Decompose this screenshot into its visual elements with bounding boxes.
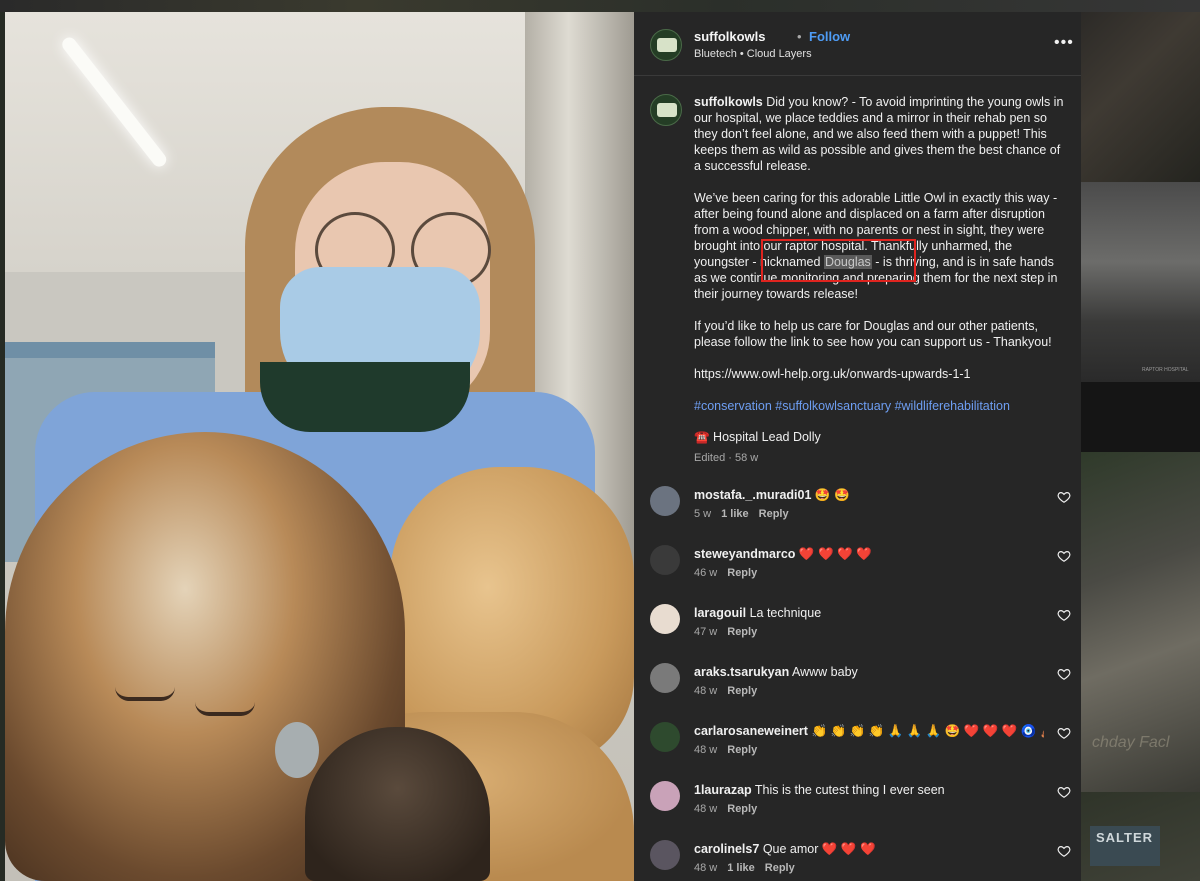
comment-time: 47 w bbox=[694, 626, 718, 638]
like-heart-icon[interactable] bbox=[1057, 608, 1071, 622]
photo-owl-eye bbox=[115, 687, 175, 701]
caption-hashtags[interactable]: #conservation #suffolkowlsanctuary #wild… bbox=[694, 399, 1010, 413]
follow-button[interactable]: Follow bbox=[809, 29, 850, 44]
thumbnail-caption: SALTER bbox=[1090, 826, 1160, 866]
comment-meta: 47 w Reply bbox=[694, 626, 767, 638]
caption-signoff: ☎️ Hospital Lead Dolly bbox=[694, 430, 821, 444]
comment-text: steweyandmarco ❤️ ❤️ ❤️ ❤️ bbox=[694, 547, 1044, 562]
comment-row: carolinels7 Que amor ❤️ ❤️ ❤️ 48 w 1 like R… bbox=[634, 840, 1081, 881]
comment-time: 48 w bbox=[694, 685, 718, 697]
grid-thumbnail[interactable] bbox=[1081, 12, 1200, 182]
photo-collar bbox=[260, 362, 470, 432]
account-username[interactable]: suffolkowls bbox=[694, 29, 766, 44]
post-media-image[interactable] bbox=[5, 12, 634, 881]
comment-meta: 48 w Reply bbox=[694, 685, 767, 697]
edited-timestamp: Edited · 58 w bbox=[694, 452, 759, 464]
comment-body: 👏 👏 👏 👏 🙏 🙏 🙏 🤩 ❤️ ❤️ ❤️ 🧿 🧸 bbox=[811, 724, 1044, 738]
like-heart-icon[interactable] bbox=[1057, 844, 1071, 858]
post-header: suffolkowls • Follow Bluetech • Cloud La… bbox=[634, 12, 1081, 76]
commenter-avatar[interactable] bbox=[650, 840, 680, 870]
comment-likes[interactable]: 1 like bbox=[727, 862, 755, 874]
comment-text: 1laurazap This is the cutest thing I eve… bbox=[694, 783, 1044, 797]
post-details-panel: suffolkowls • Follow Bluetech • Cloud La… bbox=[634, 12, 1081, 881]
commenter-username[interactable]: steweyandmarco bbox=[694, 547, 795, 561]
commenter-avatar[interactable] bbox=[650, 781, 680, 811]
comment-text: carolinels7 Que amor ❤️ ❤️ ❤️ bbox=[694, 842, 1044, 857]
reply-button[interactable]: Reply bbox=[727, 685, 757, 697]
reply-button[interactable]: Reply bbox=[759, 508, 789, 520]
comment-meta: 48 w Reply bbox=[694, 803, 767, 815]
caption-username[interactable]: suffolkowls bbox=[694, 95, 763, 109]
commenter-username[interactable]: laragouil bbox=[694, 606, 746, 620]
comment-body: Que amor ❤️ ❤️ ❤️ bbox=[762, 842, 876, 856]
comment-body: 🤩 🤩 bbox=[814, 488, 850, 502]
like-heart-icon[interactable] bbox=[1057, 549, 1071, 563]
like-heart-icon[interactable] bbox=[1057, 490, 1071, 504]
comment-body: ❤️ ❤️ ❤️ ❤️ bbox=[798, 547, 872, 561]
caption-paragraph: If you’d like to help us care for Dougla… bbox=[694, 319, 1052, 349]
comment-time: 5 w bbox=[694, 508, 712, 520]
comment-meta: 46 w Reply bbox=[694, 567, 767, 579]
reply-button[interactable]: Reply bbox=[727, 744, 757, 756]
comment-row: mostafa._.muradi01 🤩 🤩 5 w 1 like Reply bbox=[634, 486, 1081, 545]
commenter-username[interactable]: carlarosaneweinert bbox=[694, 724, 808, 738]
comment-time: 48 w bbox=[694, 803, 718, 815]
reply-button[interactable]: Reply bbox=[765, 862, 795, 874]
thumbnail-caption: chday Facl bbox=[1092, 734, 1170, 751]
comment-time: 48 w bbox=[694, 744, 718, 756]
commenter-username[interactable]: araks.tsarukyan bbox=[694, 665, 789, 679]
account-avatar[interactable] bbox=[650, 29, 682, 61]
comment-time: 48 w bbox=[694, 862, 718, 874]
commenter-avatar[interactable] bbox=[650, 545, 680, 575]
grid-thumbnail-top[interactable] bbox=[0, 0, 1200, 12]
comment-row: laragouil La technique 47 w Reply bbox=[634, 604, 1081, 663]
photo-owl-beak bbox=[275, 722, 319, 778]
commenter-avatar[interactable] bbox=[650, 663, 680, 693]
like-heart-icon[interactable] bbox=[1057, 667, 1071, 681]
comment-text: araks.tsarukyan Awww baby bbox=[694, 665, 1044, 679]
post-caption: suffolkowls Did you know? - To avoid imp… bbox=[694, 94, 1064, 430]
reply-button[interactable]: Reply bbox=[727, 626, 757, 638]
comment-text: mostafa._.muradi01 🤩 🤩 bbox=[694, 488, 1044, 503]
comment-row: 1laurazap This is the cutest thing I eve… bbox=[634, 781, 1081, 840]
commenter-username[interactable]: mostafa._.muradi01 bbox=[694, 488, 811, 502]
highlighted-text: Douglas bbox=[823, 255, 872, 269]
photo-owl-eye bbox=[195, 702, 255, 716]
separator-dot: • bbox=[797, 29, 802, 44]
comment-body: La technique bbox=[749, 606, 822, 620]
comment-meta: 48 w 1 like Reply bbox=[694, 862, 805, 874]
comment-row: carlarosaneweinert 👏 👏 👏 👏 🙏 🙏 🙏 🤩 ❤️ ❤️… bbox=[634, 722, 1081, 781]
comment-row: steweyandmarco ❤️ ❤️ ❤️ ❤️ 46 w Reply bbox=[634, 545, 1081, 604]
more-options-icon[interactable]: ••• bbox=[1054, 34, 1074, 52]
comment-row: araks.tsarukyan Awww baby 48 w Reply bbox=[634, 663, 1081, 722]
reply-button[interactable]: Reply bbox=[727, 567, 757, 579]
commenter-username[interactable]: 1laurazap bbox=[694, 783, 752, 797]
audio-track-link[interactable]: Bluetech • Cloud Layers bbox=[694, 48, 812, 60]
comment-body: This is the cutest thing I ever seen bbox=[754, 783, 945, 797]
commenter-avatar[interactable] bbox=[650, 486, 680, 516]
caption-avatar[interactable] bbox=[650, 94, 682, 126]
comment-text: carlarosaneweinert 👏 👏 👏 👏 🙏 🙏 🙏 🤩 ❤️ ❤️… bbox=[694, 724, 1044, 739]
reply-button[interactable]: Reply bbox=[727, 803, 757, 815]
comment-meta: 48 w Reply bbox=[694, 744, 767, 756]
commenter-avatar[interactable] bbox=[650, 604, 680, 634]
comment-likes[interactable]: 1 like bbox=[721, 508, 749, 520]
like-heart-icon[interactable] bbox=[1057, 726, 1071, 740]
grid-thumbnail[interactable] bbox=[1081, 182, 1200, 382]
commenter-username[interactable]: carolinels7 bbox=[694, 842, 759, 856]
comment-meta: 5 w 1 like Reply bbox=[694, 508, 799, 520]
commenter-avatar[interactable] bbox=[650, 722, 680, 752]
like-heart-icon[interactable] bbox=[1057, 785, 1071, 799]
comment-text: laragouil La technique bbox=[694, 606, 1044, 620]
caption-link[interactable]: https://www.owl-help.org.uk/onwards-upwa… bbox=[694, 367, 971, 381]
comment-body: Awww baby bbox=[792, 665, 858, 679]
thumbnail-caption: RAPTOR HOSPITAL bbox=[1142, 367, 1189, 373]
comment-time: 46 w bbox=[694, 567, 718, 579]
